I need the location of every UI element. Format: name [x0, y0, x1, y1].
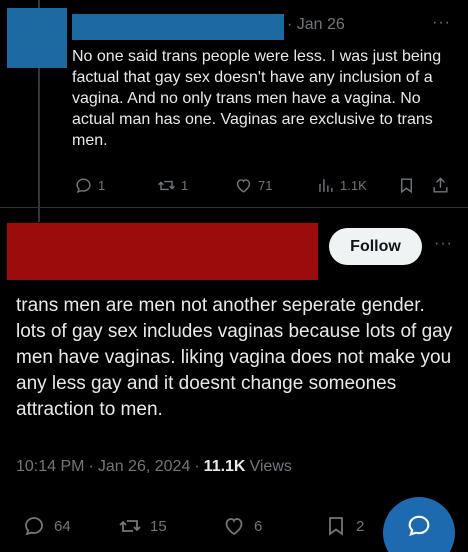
reply-repost-button[interactable]: 1: [157, 176, 188, 195]
comment-icon: [25, 517, 43, 536]
post-like-count: 6: [254, 517, 263, 535]
divider: [0, 207, 468, 208]
reply-date[interactable]: · Jan 26: [287, 16, 345, 34]
reply-text: No one said trans people were less. I wa…: [72, 48, 442, 149]
meta-separator: ·: [194, 458, 200, 475]
heart-icon: [236, 179, 251, 193]
post-reply-button[interactable]: 64: [22, 514, 71, 538]
post-more-icon[interactable]: ···: [434, 235, 453, 253]
post-repost-count: 15: [150, 517, 167, 535]
reply-repost-count: 1: [181, 178, 189, 193]
share-icon: [433, 177, 448, 193]
reply-like-count: 71: [258, 178, 273, 193]
compose-reply-fab[interactable]: [383, 497, 455, 552]
reply-action-bar: 1 1 71 1.1K: [72, 176, 458, 198]
post-views-count: 11.1K: [203, 458, 246, 475]
post-date[interactable]: Jan 26, 2024: [98, 458, 191, 476]
reply-share-button[interactable]: [431, 176, 450, 195]
post-text: trans men are men not another seperate g…: [16, 295, 453, 420]
comment-icon: [76, 178, 91, 193]
post-bookmark-button[interactable]: 2: [324, 514, 364, 538]
reply-like-button[interactable]: 71: [234, 176, 272, 195]
reply-reply-button[interactable]: 1: [74, 176, 105, 195]
reply-views-button[interactable]: 1.1K: [316, 176, 367, 195]
compose-icon: [408, 515, 430, 536]
repost-icon: [119, 520, 141, 532]
heart-icon: [225, 518, 243, 536]
repost-icon: [158, 180, 175, 191]
reply-reply-count: 1: [98, 178, 106, 193]
bookmark-icon: [401, 178, 412, 194]
post-time[interactable]: 10:14 PM: [16, 458, 84, 476]
post-like-button[interactable]: 6: [222, 514, 262, 538]
author-header-redacted[interactable]: [7, 223, 318, 280]
reply-views-count: 1.1K: [340, 178, 367, 193]
post-reply-count: 64: [54, 517, 71, 535]
analytics-icon: [319, 179, 333, 192]
post-bookmark-count: 2: [356, 517, 365, 535]
follow-button[interactable]: Follow: [329, 228, 422, 265]
post-meta: 10:14 PM · Jan 26, 2024 · 11.1K Views: [16, 458, 292, 476]
post-repost-button[interactable]: 15: [118, 514, 167, 538]
post-views-label: Views: [249, 458, 292, 475]
reply-username-redacted[interactable]: [72, 14, 284, 40]
bookmark-icon: [329, 517, 343, 536]
reply-more-icon[interactable]: ···: [432, 14, 451, 32]
reply-avatar-redacted[interactable]: [7, 8, 67, 68]
meta-separator: ·: [88, 458, 94, 475]
reply-bookmark-button[interactable]: [397, 176, 416, 195]
